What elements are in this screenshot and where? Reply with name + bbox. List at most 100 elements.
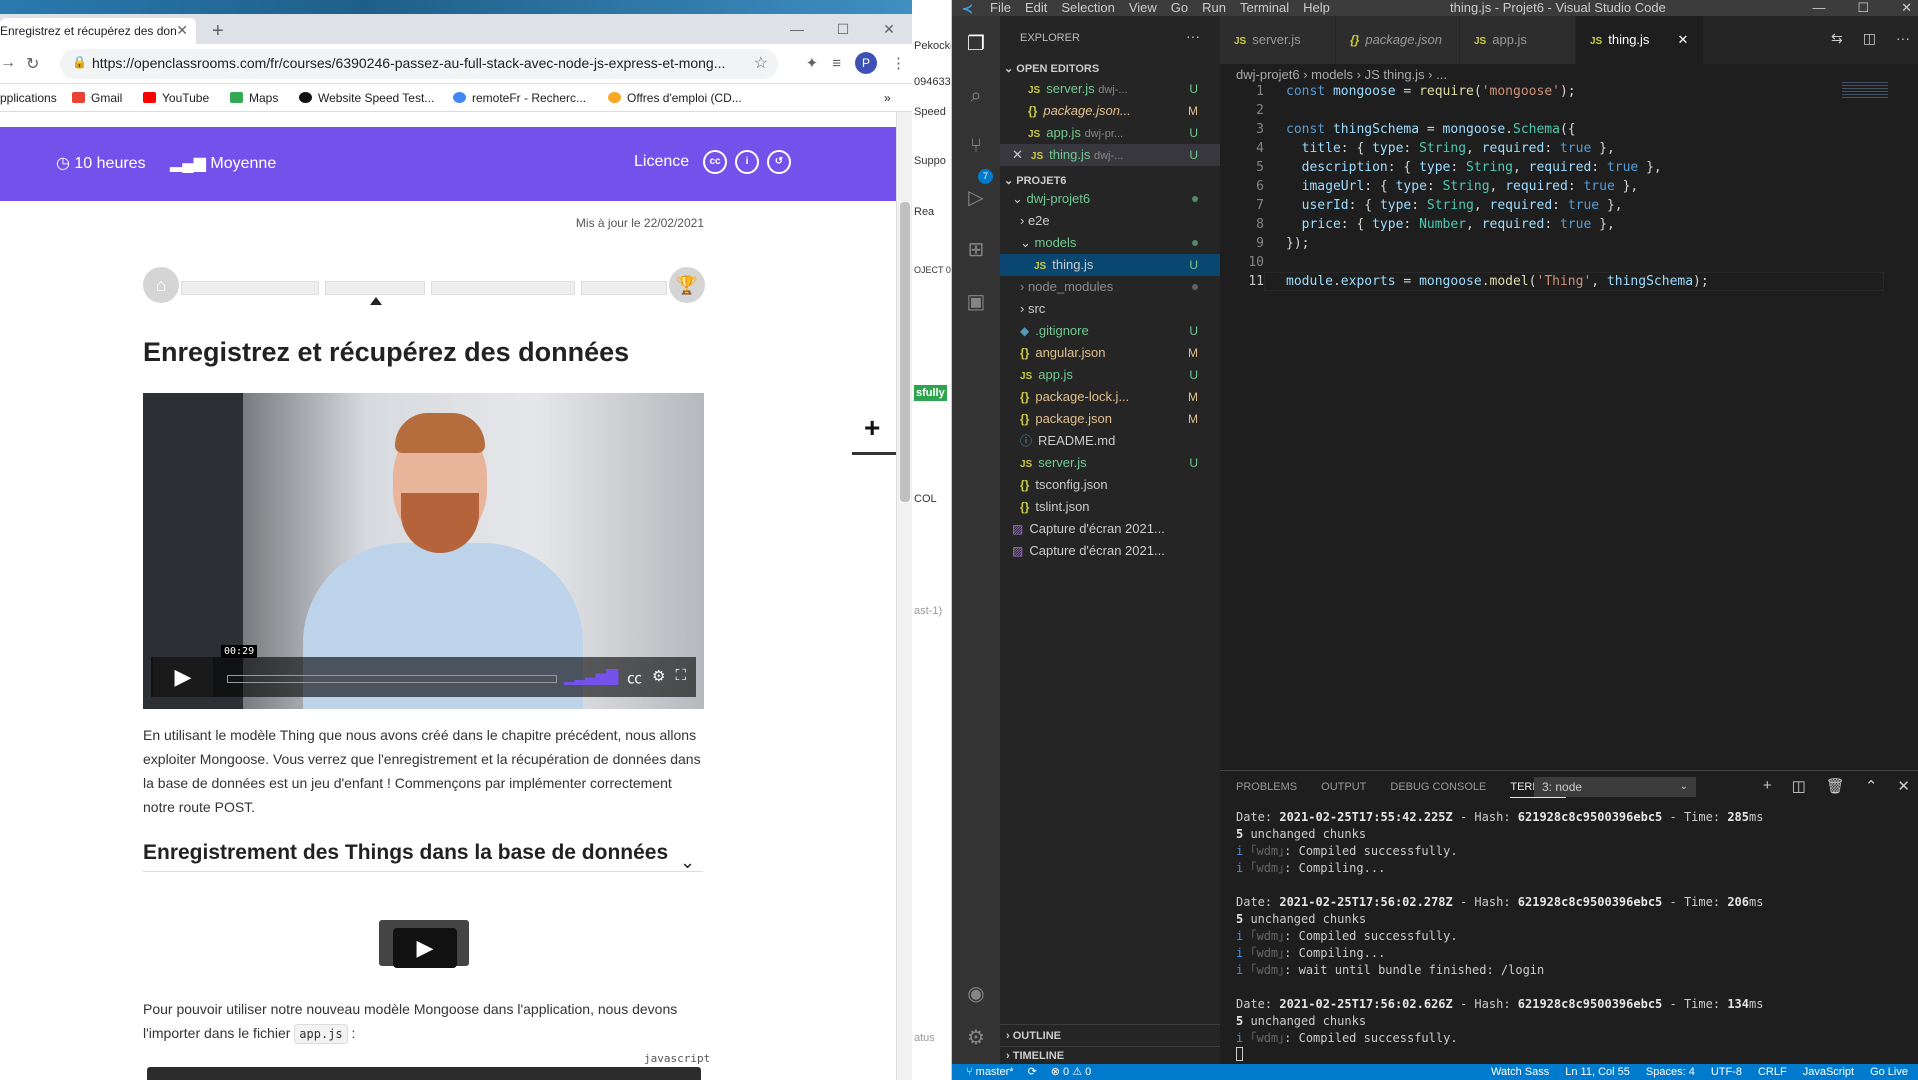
- menu-run[interactable]: Run: [1202, 0, 1226, 16]
- tree-file[interactable]: {} tsconfig.json: [1000, 474, 1220, 496]
- bookmark-star-icon[interactable]: ☆: [754, 53, 768, 73]
- tab-debug-console[interactable]: DEBUG CONSOLE: [1390, 781, 1486, 798]
- bookmark-item[interactable]: Offres d'emploi (CD...: [608, 91, 742, 105]
- extensions-icon[interactable]: ⊞: [964, 238, 988, 262]
- new-tab-icon[interactable]: +: [212, 20, 224, 43]
- open-editor-item-active[interactable]: ✕ JS thing.js dwj-... U: [1000, 144, 1220, 166]
- more-bookmarks-icon[interactable]: »: [884, 91, 891, 105]
- maximize-icon[interactable]: ☐: [820, 14, 866, 44]
- reload-icon[interactable]: ↻: [26, 54, 39, 74]
- more-actions-icon[interactable]: ···: [1896, 30, 1910, 47]
- tree-folder[interactable]: › e2e: [1000, 210, 1220, 232]
- extensions-icon[interactable]: ✦: [806, 54, 819, 72]
- tree-folder[interactable]: ⌄ models: [1000, 232, 1220, 254]
- menu-edit[interactable]: Edit: [1025, 0, 1047, 16]
- open-editor-item[interactable]: JS app.js dwj-pr... U: [1000, 122, 1220, 144]
- tab-output[interactable]: OUTPUT: [1321, 781, 1366, 798]
- forward-icon[interactable]: →: [0, 54, 16, 72]
- tree-folder[interactable]: › node_modules: [1000, 276, 1220, 298]
- maximize-panel-icon[interactable]: ⌃: [1865, 777, 1878, 795]
- fullscreen-icon[interactable]: ⛶: [675, 667, 686, 688]
- close-tab-icon[interactable]: ✕: [176, 22, 188, 39]
- bookmark-item[interactable]: YouTube: [143, 91, 209, 105]
- scrollbar-thumb[interactable]: [900, 202, 910, 502]
- browser-tab[interactable]: Enregistrez et récupérez des don ✕: [0, 18, 196, 44]
- run-debug-icon[interactable]: ▷: [964, 186, 988, 210]
- section-heading[interactable]: Enregistrement des Things dans la base d…: [143, 837, 703, 872]
- progress-step[interactable]: [581, 281, 667, 295]
- watch-sass-status[interactable]: Watch Sass: [1491, 1064, 1549, 1080]
- editor-tab[interactable]: JS server.js: [1220, 16, 1336, 64]
- timeline-section[interactable]: › TIMELINE: [1000, 1046, 1220, 1064]
- menu-file[interactable]: File: [990, 0, 1011, 16]
- tree-file[interactable]: ◆ .gitignore U: [1000, 320, 1220, 342]
- new-terminal-icon[interactable]: +: [1763, 777, 1772, 795]
- explorer-icon[interactable]: ❐: [964, 32, 988, 56]
- video-thumbnail[interactable]: ▶: [379, 920, 469, 968]
- video-player[interactable]: ▶ 00:29 ▁▂▃▅▇ ㏄ ⚙ ⛶: [143, 393, 704, 709]
- source-control-icon[interactable]: ⑂: [964, 134, 988, 158]
- outline-section[interactable]: › OUTLINE: [1000, 1024, 1220, 1046]
- tree-file-selected[interactable]: JS thing.js U: [1000, 254, 1220, 276]
- trash-icon[interactable]: 🗑: [1826, 777, 1845, 795]
- settings-icon[interactable]: ⚙: [652, 667, 665, 688]
- split-terminal-icon[interactable]: ◫: [1792, 777, 1806, 795]
- remote-explorer-icon[interactable]: ▣: [964, 290, 988, 314]
- tree-file[interactable]: ⓘ README.md: [1000, 430, 1220, 452]
- tree-file[interactable]: {} angular.json M: [1000, 342, 1220, 364]
- tree-file[interactable]: {} package-lock.j... M: [1000, 386, 1220, 408]
- menu-terminal[interactable]: Terminal: [1240, 0, 1289, 16]
- bookmark-item[interactable]: remoteFr - Recherc...: [453, 91, 586, 105]
- chevron-down-icon[interactable]: ⌄: [680, 852, 695, 873]
- seek-bar[interactable]: [227, 675, 557, 683]
- tree-folder[interactable]: ⌄ dwj-projet6: [1000, 188, 1220, 210]
- split-editor-icon[interactable]: ◫: [1863, 30, 1876, 47]
- minimize-icon[interactable]: —: [774, 14, 820, 44]
- address-bar[interactable]: 🔒 https://openclassrooms.com/fr/courses/…: [60, 49, 778, 79]
- search-icon[interactable]: ⌕: [964, 84, 988, 108]
- close-window-icon[interactable]: ✕: [866, 14, 912, 44]
- reading-list-icon[interactable]: ≡: [832, 55, 841, 72]
- tree-file[interactable]: {} tslint.json: [1000, 496, 1220, 518]
- open-editors-section[interactable]: ⌄ OPEN EDITORS: [1004, 62, 1099, 75]
- close-window-icon[interactable]: ✕: [1901, 0, 1912, 16]
- bookmark-item[interactable]: Website Speed Test...: [299, 91, 434, 105]
- encoding-status[interactable]: UTF-8: [1711, 1064, 1742, 1080]
- close-editor-icon[interactable]: ✕: [1012, 147, 1023, 162]
- progress-step[interactable]: [431, 281, 575, 295]
- browser-menu-icon[interactable]: ⋮: [891, 54, 906, 72]
- project-section[interactable]: ⌄ PROJET6: [1004, 174, 1066, 187]
- page-scrollbar[interactable]: [896, 112, 912, 1080]
- bookmark-item[interactable]: Gmail: [72, 91, 122, 105]
- bookmark-item[interactable]: Applications: [0, 91, 57, 105]
- tree-file[interactable]: ▨ Capture d'écran 2021...: [1000, 540, 1220, 562]
- language-status[interactable]: JavaScript: [1803, 1064, 1854, 1080]
- tree-file[interactable]: ▨ Capture d'écran 2021...: [1000, 518, 1220, 540]
- open-editor-item[interactable]: JS server.js dwj-... U: [1000, 78, 1220, 100]
- menu-selection[interactable]: Selection: [1061, 0, 1114, 16]
- tree-file[interactable]: JS server.js U: [1000, 452, 1220, 474]
- menu-view[interactable]: View: [1129, 0, 1157, 16]
- account-icon[interactable]: ◉: [964, 982, 988, 1006]
- close-tab-icon[interactable]: ✕: [1677, 32, 1688, 47]
- editor-tab[interactable]: {} package.json: [1336, 16, 1460, 64]
- go-live-status[interactable]: Go Live: [1870, 1064, 1908, 1080]
- tree-file[interactable]: {} package.json M: [1000, 408, 1220, 430]
- settings-gear-icon[interactable]: ⚙: [964, 1026, 988, 1050]
- eol-status[interactable]: CRLF: [1758, 1064, 1787, 1080]
- play-button[interactable]: ▶: [153, 657, 213, 697]
- tab-problems[interactable]: PROBLEMS: [1236, 781, 1297, 798]
- profile-avatar[interactable]: P: [855, 52, 877, 74]
- editor-tab[interactable]: JS app.js: [1460, 16, 1576, 64]
- menu-help[interactable]: Help: [1303, 0, 1330, 16]
- home-icon[interactable]: ⌂: [143, 267, 179, 303]
- menu-go[interactable]: Go: [1171, 0, 1188, 16]
- tree-file[interactable]: JS app.js U: [1000, 364, 1220, 386]
- volume-icon[interactable]: ▁▂▃▅▇: [564, 667, 618, 688]
- maximize-icon[interactable]: ☐: [1857, 0, 1869, 16]
- bookmark-item[interactable]: Maps: [230, 91, 278, 105]
- expand-plus-icon[interactable]: +: [864, 412, 880, 444]
- sync-icon[interactable]: ⟳: [1028, 1064, 1037, 1080]
- minimize-icon[interactable]: —: [1812, 0, 1825, 16]
- trophy-icon[interactable]: 🏆: [669, 267, 705, 303]
